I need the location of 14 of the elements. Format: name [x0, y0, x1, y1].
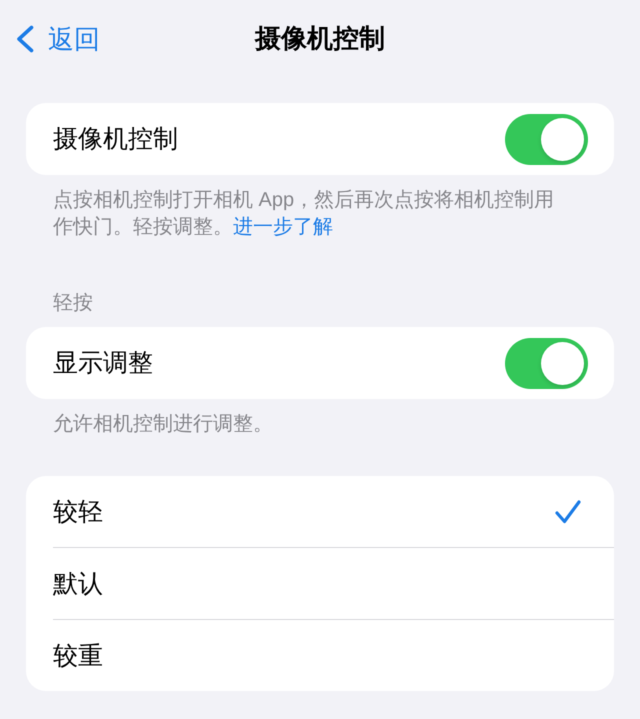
section-header: 轻按	[52, 291, 94, 316]
footer-text: 点按相机控制打开相机 App，然后再次点按将相机控制用作快门。轻按调整。进一步了解	[52, 188, 556, 240]
option-row[interactable]: 较重	[26, 620, 614, 691]
page-title: 摄像机控制	[255, 22, 385, 55]
setting-label: 摄像机控制	[53, 124, 178, 155]
back-button[interactable]: 返回	[12, 22, 104, 56]
toggle-switch[interactable]	[505, 114, 588, 164]
footer-text: 允许相机控制进行调整。	[52, 412, 274, 437]
option-row[interactable]: 较轻	[26, 476, 614, 547]
toggle-switch[interactable]	[505, 338, 588, 388]
chevron-left-icon	[16, 25, 34, 53]
setting-label: 显示调整	[53, 348, 153, 379]
learn-more-link[interactable]: 进一步了解	[233, 216, 333, 238]
option-row[interactable]: 默认	[26, 548, 614, 619]
